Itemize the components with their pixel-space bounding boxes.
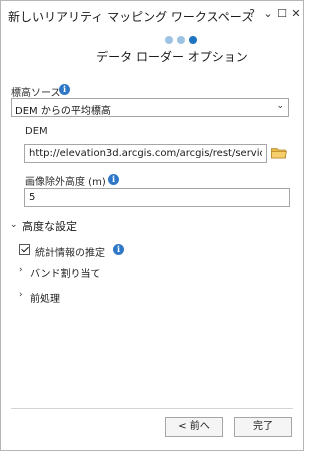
wizard-step-title: データ ローダー オプション <box>96 50 248 64</box>
image-exclusion-height-label: 画像除外高度 (m) <box>25 177 106 188</box>
advanced-settings-header[interactable]: 高度な設定 <box>22 218 77 234</box>
chevron-right-icon[interactable]: › <box>19 290 23 300</box>
step-dot-3-current <box>189 36 197 44</box>
band-assignment-header[interactable]: バンド割り当て <box>30 265 101 280</box>
image-exclusion-height-field[interactable] <box>24 188 290 207</box>
info-icon[interactable]: i <box>108 174 119 185</box>
chevron-down-icon[interactable]: ⌄ <box>10 220 18 230</box>
elevation-source-selected: DEM からの平均標高 <box>15 106 111 117</box>
step-dot-2 <box>177 36 185 44</box>
compute-statistics-checkbox[interactable] <box>19 244 30 255</box>
step-dot-1 <box>165 36 173 44</box>
help-icon[interactable]: ? <box>246 7 258 21</box>
preprocessing-header[interactable]: 前処理 <box>30 290 60 305</box>
dem-label: DEM <box>25 126 48 137</box>
back-button[interactable]: < 前へ <box>165 417 223 437</box>
wizard-step-indicator <box>165 36 199 46</box>
restore-icon[interactable]: ☐ <box>276 7 288 21</box>
folder-browse-icon[interactable] <box>271 147 287 159</box>
elevation-source-dropdown[interactable]: DEM からの平均標高 ⌄ <box>11 98 289 117</box>
dem-url-input[interactable] <box>25 145 266 162</box>
dem-url-field[interactable] <box>24 144 267 163</box>
chevron-right-icon[interactable]: › <box>19 265 23 275</box>
finish-button[interactable]: 完了 <box>234 417 292 437</box>
compute-statistics-label: 統計情報の推定 <box>35 248 105 259</box>
elevation-source-label: 標高ソース <box>11 88 61 99</box>
image-exclusion-height-input[interactable] <box>25 189 289 206</box>
close-icon[interactable]: ✕ <box>290 7 302 21</box>
chevron-down-icon: ⌄ <box>276 101 284 111</box>
dialog-window: 新しいリアリティ マッピング ワークスペース ? ⌄ ☐ ✕ データ ローダー … <box>0 0 304 451</box>
title-bar: 新しいリアリティ マッピング ワークスペース ? ⌄ ☐ ✕ <box>1 1 303 31</box>
footer-divider <box>11 408 293 409</box>
window-title: 新しいリアリティ マッピング ワークスペース <box>8 10 254 24</box>
info-icon[interactable]: i <box>113 244 124 255</box>
info-icon[interactable]: i <box>59 84 70 95</box>
minimize-icon[interactable]: ⌄ <box>262 7 274 21</box>
